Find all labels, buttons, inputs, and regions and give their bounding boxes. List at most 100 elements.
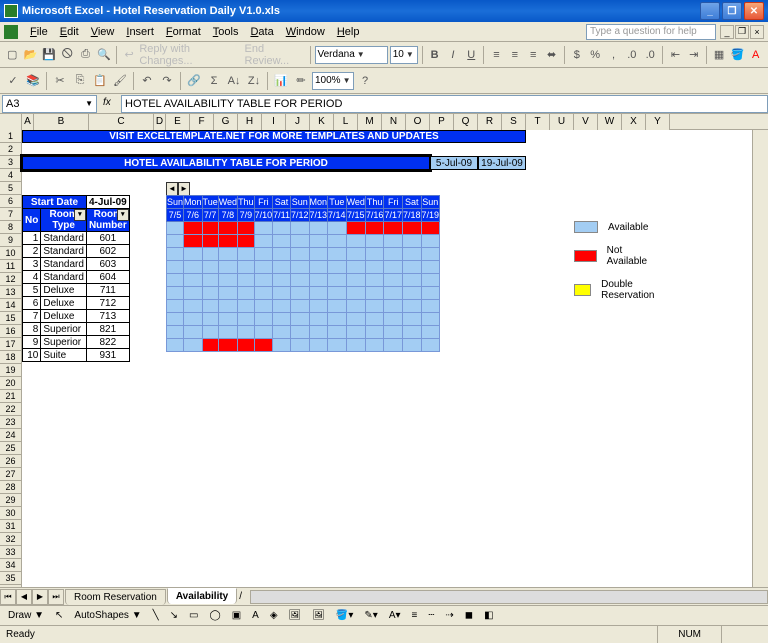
row-header-11[interactable]: 11 (0, 260, 22, 273)
row-header-25[interactable]: 25 (0, 442, 22, 455)
close-button[interactable]: ✕ (744, 2, 764, 20)
minimize-button[interactable]: _ (700, 2, 720, 20)
col-header-V[interactable]: V (574, 114, 598, 130)
col-header-U[interactable]: U (550, 114, 574, 130)
row-header-17[interactable]: 17 (0, 338, 22, 351)
align-right-icon[interactable]: ≡ (525, 46, 541, 64)
row-header-13[interactable]: 13 (0, 286, 22, 299)
font-size-selector[interactable]: 10▼ (390, 46, 418, 64)
menu-help[interactable]: Help (331, 24, 366, 40)
help-icon[interactable]: ? (356, 72, 374, 90)
rectangle-icon[interactable]: ▭ (185, 609, 202, 622)
row-header-24[interactable]: 24 (0, 429, 22, 442)
increase-indent-icon[interactable]: ⇥ (686, 46, 702, 64)
row-header-4[interactable]: 4 (0, 169, 22, 182)
save-icon[interactable]: 💾 (41, 46, 57, 64)
oval-icon[interactable]: ◯ (205, 609, 224, 622)
formula-bar[interactable]: HOTEL AVAILABILITY TABLE FOR PERIOD (121, 95, 768, 113)
draw-menu[interactable]: Draw ▼ (4, 609, 48, 622)
row-header-26[interactable]: 26 (0, 455, 22, 468)
col-header-H[interactable]: H (238, 114, 262, 130)
visit-banner[interactable]: VISIT EXCELTEMPLATE.NET FOR MORE TEMPLAT… (22, 130, 526, 143)
vertical-scrollbar[interactable] (752, 130, 768, 587)
column-headers[interactable]: ABCDEFGHIJKLMNOPQRSTUVWXY (0, 114, 768, 130)
paste-icon[interactable]: 📋 (91, 72, 109, 90)
row-header-35[interactable]: 35 (0, 572, 22, 585)
currency-icon[interactable]: $ (569, 46, 585, 64)
cut-icon[interactable]: ✂ (51, 72, 69, 90)
row-header-19[interactable]: 19 (0, 364, 22, 377)
reply-changes-button[interactable]: ↩ (121, 46, 137, 64)
row-header-8[interactable]: 8 (0, 221, 22, 234)
drawing-icon[interactable]: ✏ (292, 72, 310, 90)
menu-edit[interactable]: Edit (54, 24, 85, 40)
row-header-21[interactable]: 21 (0, 390, 22, 403)
select-objects-icon[interactable]: ↖ (51, 609, 67, 622)
diagram-icon[interactable]: ◈ (266, 609, 282, 622)
row-header-34[interactable]: 34 (0, 559, 22, 572)
col-header-D[interactable]: D (154, 114, 166, 130)
fill-icon[interactable]: 🪣▾ (332, 609, 357, 622)
sort-asc-icon[interactable]: A↓ (225, 72, 243, 90)
autoshapes-menu[interactable]: AutoShapes ▼ (70, 609, 145, 622)
sort-desc-icon[interactable]: Z↓ (245, 72, 263, 90)
align-left-icon[interactable]: ≡ (488, 46, 504, 64)
row-header-1[interactable]: 1 (0, 130, 22, 143)
filter-room-type[interactable]: ▾ (74, 209, 86, 221)
row-header-31[interactable]: 31 (0, 520, 22, 533)
help-search[interactable]: Type a question for help (586, 24, 716, 40)
row-header-9[interactable]: 9 (0, 234, 22, 247)
line-icon[interactable]: ╲ (149, 609, 163, 622)
line-style-icon[interactable]: ≡ (408, 609, 422, 622)
fill-color-icon[interactable]: 🪣 (729, 46, 745, 64)
decrease-indent-icon[interactable]: ⇤ (667, 46, 683, 64)
percent-icon[interactable]: % (587, 46, 603, 64)
row-header-14[interactable]: 14 (0, 299, 22, 312)
col-header-I[interactable]: I (262, 114, 286, 130)
col-header-P[interactable]: P (430, 114, 454, 130)
shadow-icon[interactable]: ◼ (461, 609, 477, 622)
row-header-23[interactable]: 23 (0, 416, 22, 429)
open-icon[interactable]: 📂 (22, 46, 38, 64)
redo-icon[interactable]: ↷ (158, 72, 176, 90)
col-header-Y[interactable]: Y (646, 114, 670, 130)
col-header-X[interactable]: X (622, 114, 646, 130)
decrease-decimal-icon[interactable]: .0 (642, 46, 658, 64)
research-icon[interactable]: 📚 (24, 72, 42, 90)
col-header-M[interactable]: M (358, 114, 382, 130)
menu-tools[interactable]: Tools (207, 24, 245, 40)
picture-icon[interactable]: 🖼 (308, 609, 329, 622)
menu-insert[interactable]: Insert (120, 24, 160, 40)
col-header-O[interactable]: O (406, 114, 430, 130)
font-color-icon-2[interactable]: A▾ (385, 609, 405, 622)
font-selector[interactable]: Verdana▼ (315, 46, 388, 64)
dash-style-icon[interactable]: ┄ (424, 609, 438, 622)
permission-icon[interactable]: 🛇 (59, 46, 75, 64)
menu-file[interactable]: File (24, 24, 54, 40)
zoom-selector[interactable]: 100%▼ (312, 72, 354, 90)
print-icon[interactable]: ⎙ (77, 46, 93, 64)
col-header-A[interactable]: A (22, 114, 34, 130)
fx-icon[interactable]: fx (103, 97, 117, 111)
align-center-icon[interactable]: ≡ (507, 46, 523, 64)
row-headers[interactable]: 1234567891011121314151617181920212223242… (0, 130, 22, 587)
comma-icon[interactable]: , (605, 46, 621, 64)
format-painter-icon[interactable]: 🖌 (111, 72, 129, 90)
tab-first-button[interactable]: ⏮ (0, 589, 16, 605)
row-header-12[interactable]: 12 (0, 273, 22, 286)
doc-restore-button[interactable]: ❐ (735, 25, 749, 39)
sheet-tab-availability[interactable]: Availability (167, 588, 237, 604)
clipart-icon[interactable]: 🖼 (285, 609, 306, 622)
row-header-32[interactable]: 32 (0, 533, 22, 546)
row-header-2[interactable]: 2 (0, 143, 22, 156)
hyperlink-icon[interactable]: 🔗 (185, 72, 203, 90)
row-header-3[interactable]: 3 (0, 156, 22, 169)
menu-window[interactable]: Window (280, 24, 331, 40)
row-header-29[interactable]: 29 (0, 494, 22, 507)
col-header-W[interactable]: W (598, 114, 622, 130)
col-header-T[interactable]: T (526, 114, 550, 130)
filter-room-number[interactable]: ▾ (117, 209, 129, 221)
col-header-J[interactable]: J (286, 114, 310, 130)
undo-icon[interactable]: ↶ (138, 72, 156, 90)
horizontal-scrollbar[interactable] (250, 590, 768, 604)
